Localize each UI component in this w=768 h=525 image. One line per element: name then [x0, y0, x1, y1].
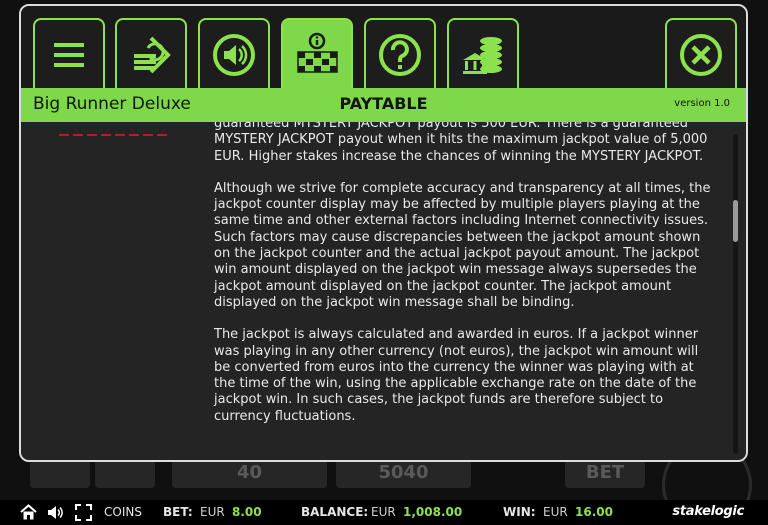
bet-currency: EUR [200, 505, 225, 519]
tab-help[interactable] [364, 18, 436, 90]
balance-label: BALANCE: [301, 505, 369, 519]
rules-paragraph: Although we strive for complete accuracy… [214, 180, 711, 310]
win-label: WIN: [503, 505, 536, 519]
rules-paragraph: guaranteed MYSTERY JACKPOT payout is 500… [214, 122, 708, 164]
rules-paragraph: The jackpot is always calculated and awa… [214, 327, 699, 424]
paytable-modal: Big Runner Deluxe PAYTABLE version 1.0 g… [19, 4, 748, 462]
tab-strip [21, 6, 746, 90]
bg-decor-left [30, 460, 90, 488]
bet-label: BET: [163, 505, 193, 519]
bottom-status-bar: COINS BET: EUR 8.00 BALANCE: EUR 1,008.0… [0, 500, 768, 525]
bet-value: 8.00 [232, 505, 262, 519]
tab-autoplay[interactable] [115, 18, 187, 90]
menu-icon [54, 43, 84, 67]
bg-bet-panel: BET [565, 460, 645, 488]
win-currency: EUR [543, 505, 568, 519]
autoplay-icon [134, 36, 171, 74]
version-label: version 1.0 [674, 98, 730, 109]
bg-decor-mid [95, 460, 155, 488]
rules-text: guaranteed MYSTERY JACKPOT payout is 500… [214, 122, 714, 441]
win-value: 16.00 [575, 505, 613, 519]
help-icon [379, 34, 421, 76]
bank-icon [463, 37, 502, 74]
bg-lines-panel: 40 [172, 460, 327, 488]
paytable-content[interactable]: guaranteed MYSTERY JACKPOT payout is 500… [21, 122, 746, 460]
balance-value: 1,008.00 [403, 505, 463, 519]
paytable-icon [297, 32, 338, 73]
tab-paytable[interactable] [281, 18, 353, 90]
volume-icon[interactable] [47, 504, 64, 521]
bg-total-panel: 5040 [336, 460, 471, 488]
tab-menu[interactable] [33, 18, 105, 90]
sound-icon [213, 34, 255, 76]
section-title: PAYTABLE [339, 94, 428, 113]
scrollbar-track[interactable] [733, 134, 738, 454]
fullscreen-icon[interactable] [75, 504, 92, 521]
close-icon [680, 34, 722, 76]
title-bar: Big Runner Deluxe PAYTABLE version 1.0 [21, 88, 746, 122]
scrollbar-thumb[interactable] [733, 200, 738, 242]
close-button[interactable] [665, 18, 737, 90]
home-icon[interactable] [20, 504, 37, 521]
balance-currency: EUR [371, 505, 396, 519]
tab-bank[interactable] [447, 18, 519, 90]
provider-logo: stakelogic [672, 504, 744, 519]
scrolled-decor [59, 134, 171, 136]
coins-toggle[interactable]: COINS [104, 505, 142, 519]
tab-sound[interactable] [198, 18, 270, 90]
